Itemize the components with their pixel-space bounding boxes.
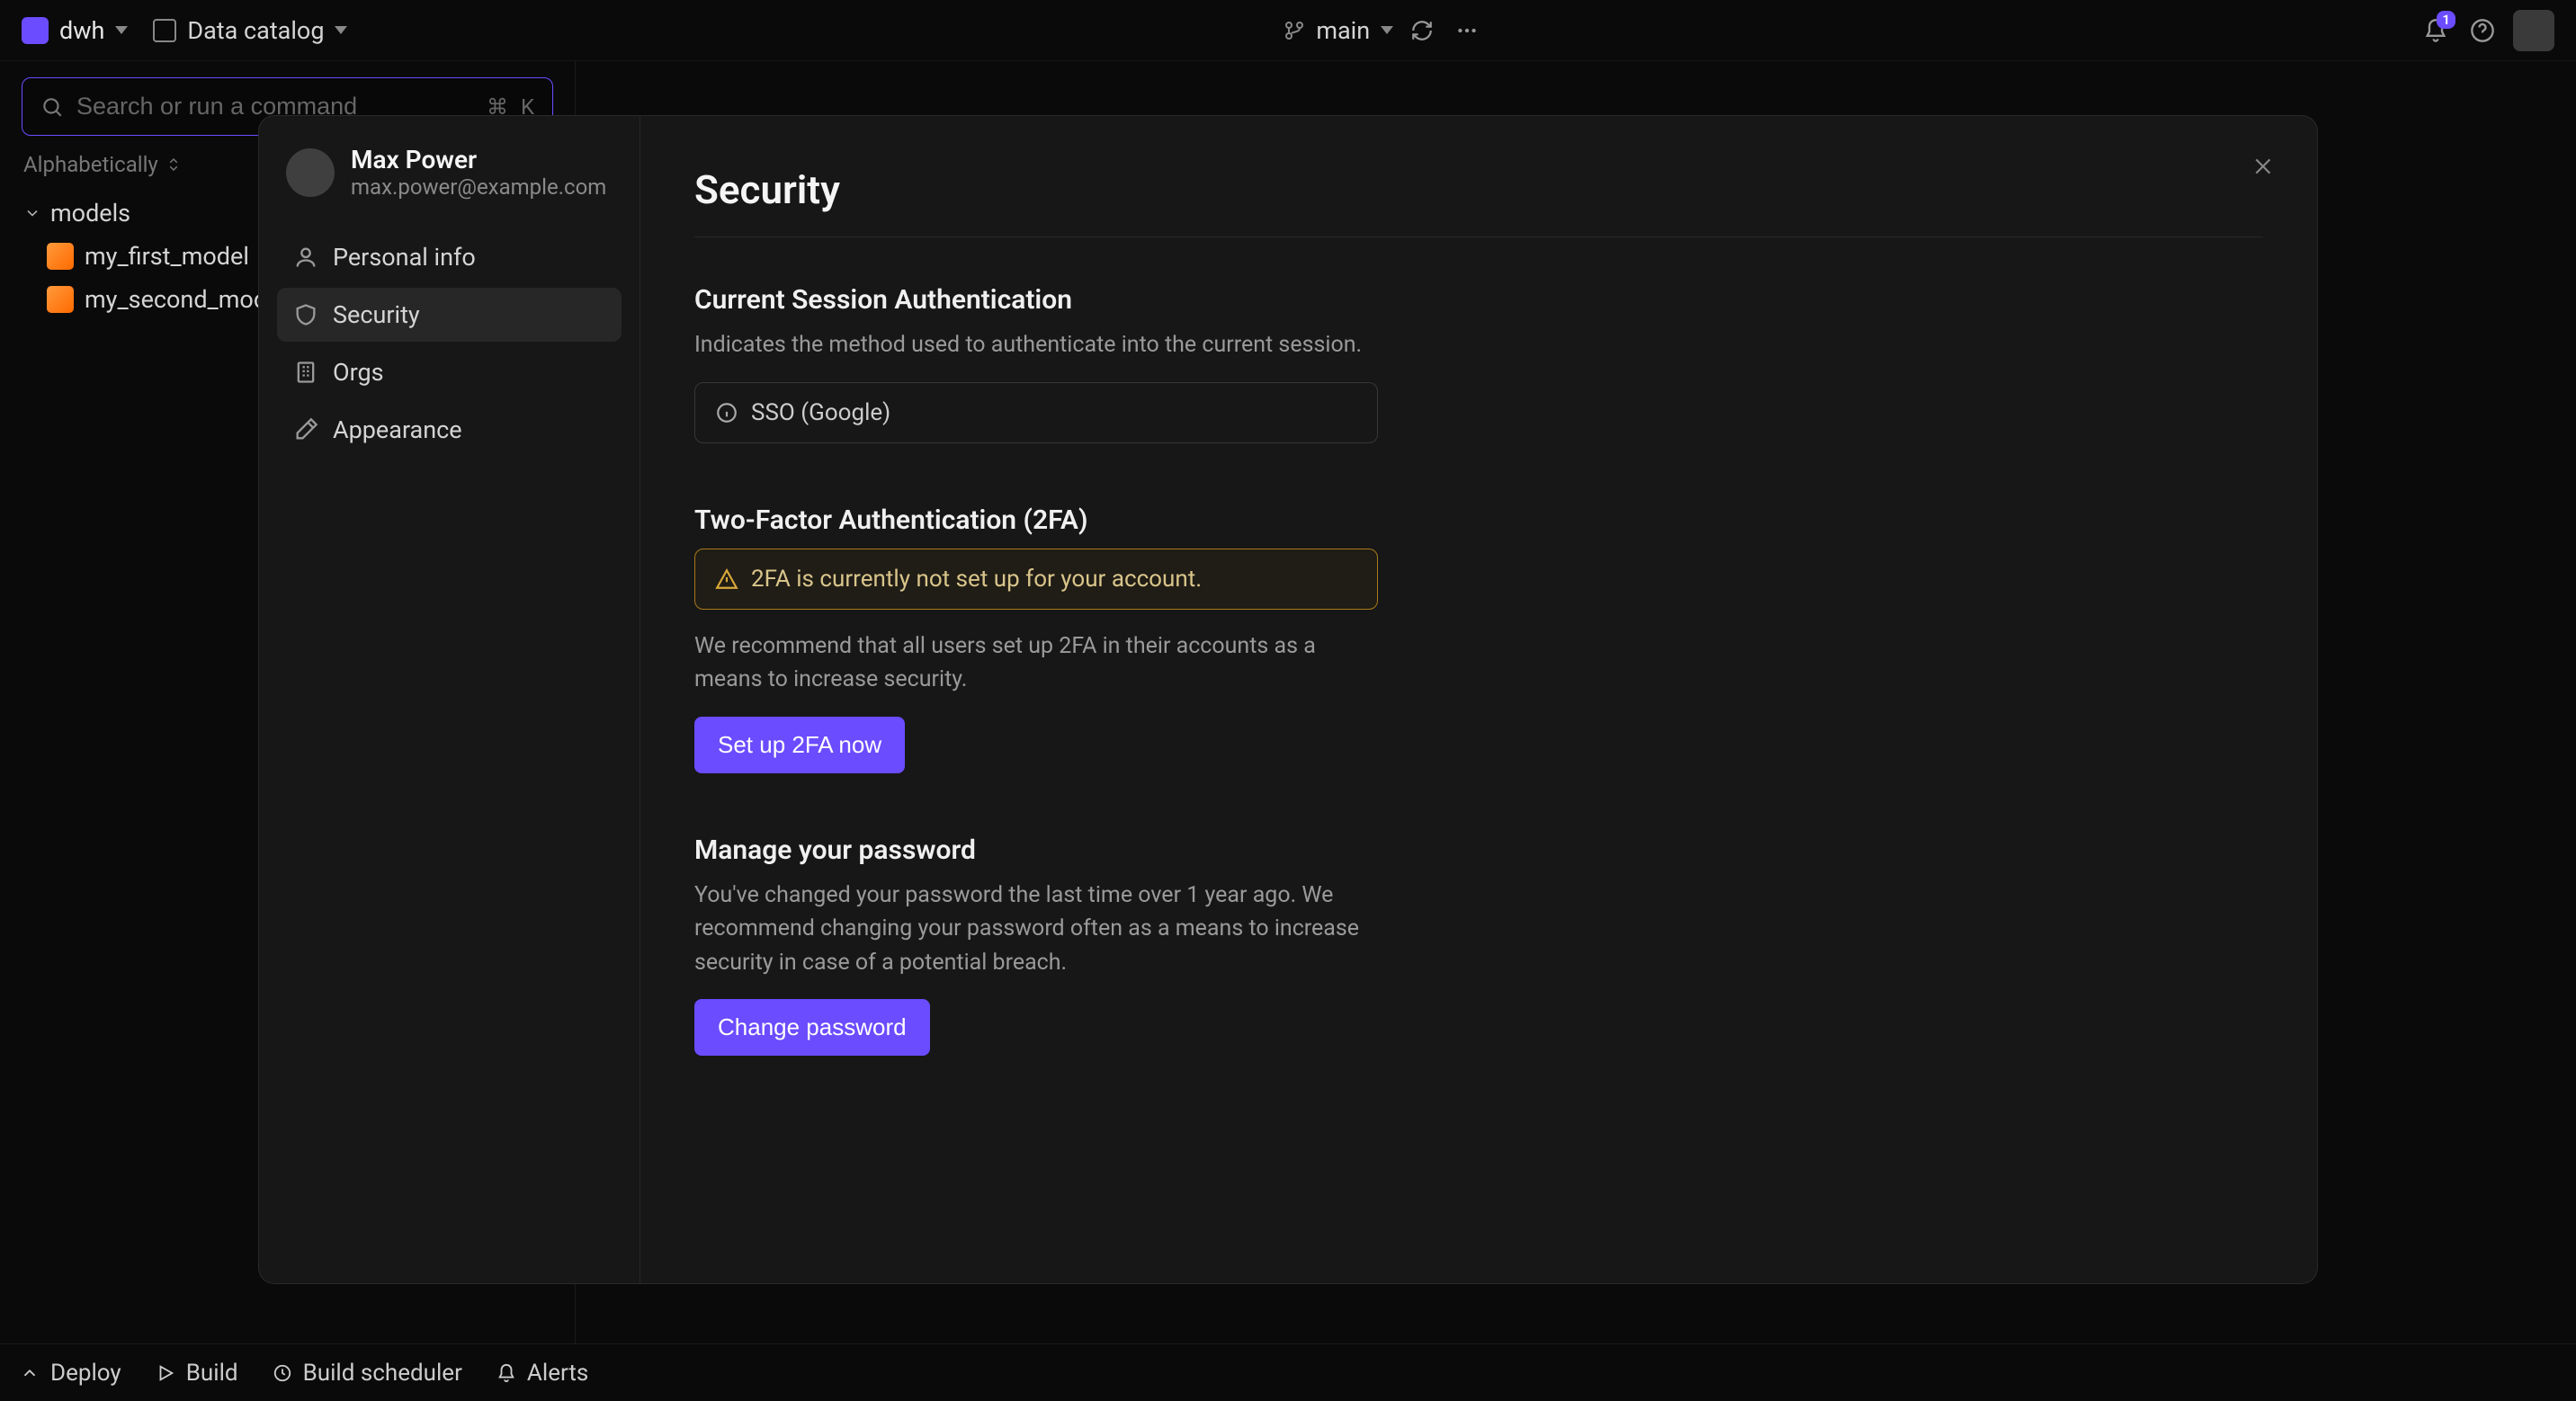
user-block: Max Power max.power@example.com xyxy=(277,141,622,214)
section-session: Current Session Authentication Indicates… xyxy=(694,284,1378,443)
build-button[interactable]: Build xyxy=(156,1360,238,1387)
help-circle-icon xyxy=(2470,18,2495,43)
alert-triangle-icon xyxy=(715,567,738,591)
workspace-switcher[interactable]: dwh xyxy=(22,16,128,45)
settings-modal: Max Power max.power@example.com Personal… xyxy=(258,115,2318,1284)
nav-label: Orgs xyxy=(333,358,384,387)
section-password: Manage your password You've changed your… xyxy=(694,834,1378,1057)
page-title: Security xyxy=(694,166,2263,213)
shield-icon xyxy=(293,302,318,327)
branch-switcher[interactable]: main xyxy=(1284,16,1393,45)
session-method-box: SSO (Google) xyxy=(694,382,1378,443)
status-scheduler-label: Build scheduler xyxy=(303,1360,462,1387)
user-icon xyxy=(293,245,318,270)
branch-label: main xyxy=(1316,16,1370,45)
statusbar: Deploy Build Build scheduler Alerts xyxy=(0,1343,2576,1401)
section-2fa: Two-Factor Authentication (2FA) 2FA is c… xyxy=(694,504,1378,773)
divider xyxy=(694,236,2263,237)
twofa-warning-box: 2FA is currently not set up for your acc… xyxy=(694,549,1378,610)
password-title: Manage your password xyxy=(694,834,1378,866)
setup-2fa-button[interactable]: Set up 2FA now xyxy=(694,717,905,773)
nav-label: Security xyxy=(333,300,420,329)
data-catalog-switcher[interactable]: Data catalog xyxy=(153,16,347,45)
model-icon xyxy=(47,243,74,270)
dots-horizontal-icon xyxy=(1455,19,1479,42)
deploy-panel-toggle[interactable]: Deploy xyxy=(20,1360,121,1387)
settings-modal-overlay: Max Power max.power@example.com Personal… xyxy=(0,0,2576,1401)
user-avatar-icon xyxy=(286,148,335,197)
info-circle-icon xyxy=(715,401,738,424)
play-icon xyxy=(156,1363,175,1383)
topbar: dwh Data catalog main 1 xyxy=(0,0,2576,61)
topbar-left: dwh Data catalog xyxy=(22,16,347,45)
status-deploy-label: Deploy xyxy=(50,1360,121,1387)
user-menu-button[interactable] xyxy=(2513,10,2554,51)
workspace-label: dwh xyxy=(59,16,104,45)
workspace-avatar-icon xyxy=(22,17,49,44)
close-icon xyxy=(2251,155,2275,178)
change-password-button[interactable]: Change password xyxy=(694,999,930,1056)
settings-content: Security Current Session Authentication … xyxy=(640,116,2317,1283)
tree-item-label: my_first_model xyxy=(85,242,249,271)
chevron-up-icon xyxy=(20,1363,40,1383)
sort-icon xyxy=(165,156,182,173)
clock-icon xyxy=(273,1363,292,1383)
sort-label: Alphabetically xyxy=(23,152,158,177)
nav-label: Appearance xyxy=(333,415,462,444)
refresh-button[interactable] xyxy=(1406,14,1438,47)
user-email: max.power@example.com xyxy=(351,174,606,200)
settings-sidebar: Max Power max.power@example.com Personal… xyxy=(259,116,640,1283)
topbar-center: main xyxy=(369,14,2398,47)
more-button[interactable] xyxy=(1451,14,1483,47)
bell-icon xyxy=(496,1363,516,1383)
close-button[interactable] xyxy=(2245,148,2281,184)
build-scheduler-button[interactable]: Build scheduler xyxy=(273,1360,462,1387)
chevron-down-icon xyxy=(115,26,128,34)
nav-label: Personal info xyxy=(333,243,476,272)
user-name: Max Power xyxy=(351,145,606,174)
chevron-down-icon xyxy=(23,204,41,222)
git-branch-icon xyxy=(1284,20,1305,41)
help-button[interactable] xyxy=(2466,14,2499,47)
settings-nav: Personal info Security Orgs Appearance xyxy=(277,230,622,457)
status-build-label: Build xyxy=(186,1360,238,1387)
session-title: Current Session Authentication xyxy=(694,284,1378,316)
search-icon xyxy=(40,95,64,119)
model-icon xyxy=(47,286,74,313)
refresh-icon xyxy=(1410,19,1434,42)
chevron-down-icon xyxy=(1381,26,1393,34)
folder-label: models xyxy=(50,199,130,228)
building-icon xyxy=(293,360,318,385)
twofa-desc: We recommend that all users set up 2FA i… xyxy=(694,629,1378,697)
topbar-right: 1 xyxy=(2419,10,2554,51)
chevron-down-icon xyxy=(335,26,347,34)
password-desc: You've changed your password the last ti… xyxy=(694,879,1378,980)
nav-orgs[interactable]: Orgs xyxy=(277,345,622,399)
brush-icon xyxy=(293,417,318,442)
session-desc: Indicates the method used to authenticat… xyxy=(694,328,1378,362)
nav-security[interactable]: Security xyxy=(277,288,622,342)
catalog-label: Data catalog xyxy=(187,16,324,45)
alerts-button[interactable]: Alerts xyxy=(496,1360,588,1387)
twofa-title: Two-Factor Authentication (2FA) xyxy=(694,504,1378,536)
status-alerts-label: Alerts xyxy=(527,1360,588,1387)
twofa-warning-text: 2FA is currently not set up for your acc… xyxy=(751,566,1202,593)
catalog-icon xyxy=(153,19,176,42)
notification-badge: 1 xyxy=(2437,11,2455,29)
nav-personal-info[interactable]: Personal info xyxy=(277,230,622,284)
user-text: Max Power max.power@example.com xyxy=(351,145,606,200)
nav-appearance[interactable]: Appearance xyxy=(277,403,622,457)
notifications-button[interactable]: 1 xyxy=(2419,14,2452,47)
session-method-value: SSO (Google) xyxy=(751,399,890,426)
tree-item-label: my_second_model xyxy=(85,285,286,314)
